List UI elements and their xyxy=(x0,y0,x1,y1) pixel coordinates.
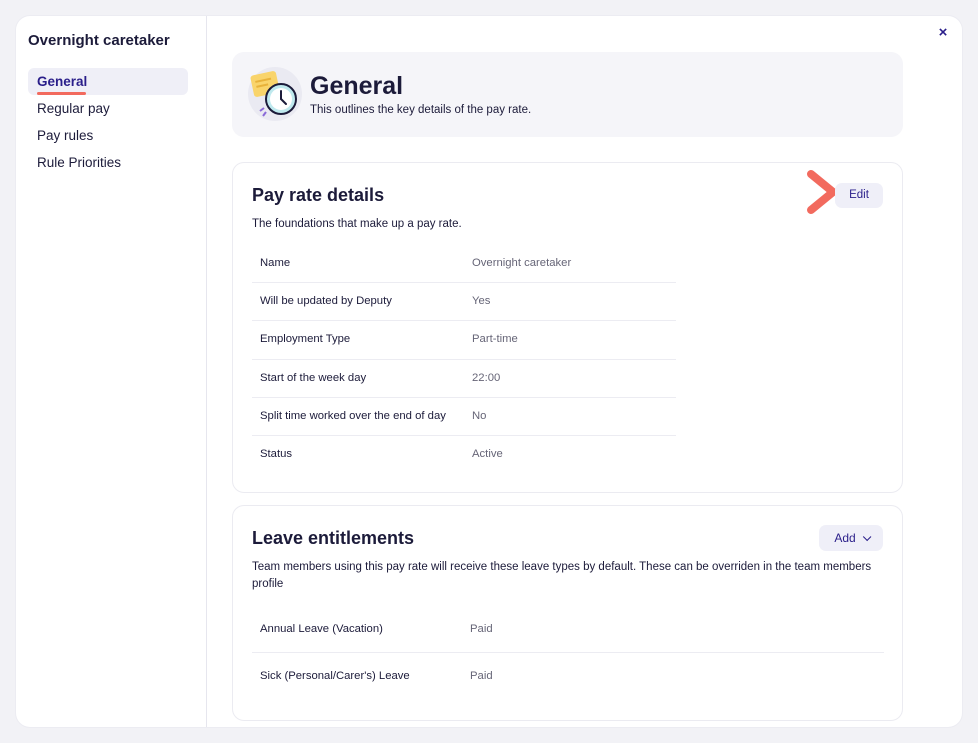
row-key: Name xyxy=(260,257,291,269)
row-value: Active xyxy=(472,447,503,460)
sidebar-item-label: Rule Priorities xyxy=(37,155,122,170)
row-key: Annual Leave (Vacation) xyxy=(260,623,383,635)
page-subtitle: This outlines the key details of the pay… xyxy=(310,104,532,116)
row-value: No xyxy=(472,409,487,422)
table-row: Split time worked over the end of day No xyxy=(252,398,676,436)
section-title: Leave entitlements xyxy=(252,528,415,548)
leave-entitlements-card: Leave entitlements Team members using th… xyxy=(232,505,903,721)
row-key: Split time worked over the end of day xyxy=(260,409,446,422)
row-value: Paid xyxy=(470,670,493,682)
pay-rate-details-card: Pay rate details The foundations that ma… xyxy=(232,162,903,493)
row-key: Status xyxy=(260,447,293,460)
table-row: Name Overnight caretaker xyxy=(252,245,676,284)
details-table: Name Overnight caretaker Will be updated… xyxy=(252,245,676,474)
row-key: Will be updated by Deputy xyxy=(260,295,392,308)
row-key: Start of the week day xyxy=(260,371,367,384)
table-row: Will be updated by Deputy Yes xyxy=(252,283,676,322)
edit-button[interactable]: Edit xyxy=(835,183,883,208)
sidebar-item-pay-rules[interactable]: Pay rules xyxy=(28,122,188,149)
table-row: Employment Type Part-time xyxy=(252,321,676,360)
modal-window: Overnight caretaker General Regular pay … xyxy=(16,16,962,727)
page-title: General xyxy=(310,72,404,100)
sidebar-item-label: Regular pay xyxy=(37,101,110,116)
row-value: Yes xyxy=(472,295,491,308)
section-description: The foundations that make up a pay rate. xyxy=(252,218,462,230)
sidebar-item-label: Pay rules xyxy=(37,128,94,143)
sidebar: Overnight caretaker General Regular pay … xyxy=(16,16,207,727)
table-row: Sick (Personal/Carer's) Leave Paid xyxy=(252,653,884,700)
row-key: Sick (Personal/Carer's) Leave xyxy=(260,670,410,682)
table-row: Annual Leave (Vacation) Paid xyxy=(252,606,884,653)
section-title: Pay rate details xyxy=(252,185,385,205)
leave-table: Annual Leave (Vacation) Paid Sick (Perso… xyxy=(252,606,884,700)
pay-rate-clock-icon xyxy=(248,67,302,121)
add-button[interactable]: Add xyxy=(819,525,883,551)
add-label: Add xyxy=(834,531,856,545)
row-value: Part-time xyxy=(472,333,518,346)
sidebar-title: Overnight caretaker xyxy=(28,32,170,49)
row-value: 22:00 xyxy=(472,371,501,384)
row-value: Overnight caretaker xyxy=(472,257,572,269)
sidebar-nav: General Regular pay Pay rules Rule Prior… xyxy=(28,68,188,176)
main-content: General This outlines the key details of… xyxy=(207,16,962,727)
sidebar-item-general[interactable]: General xyxy=(28,68,188,95)
section-description: Team members using this pay rate will re… xyxy=(252,561,872,590)
sidebar-item-regular-pay[interactable]: Regular pay xyxy=(28,95,188,122)
sidebar-item-label: General xyxy=(37,74,88,89)
table-row: Status Active xyxy=(252,436,676,474)
sidebar-item-rule-priorities[interactable]: Rule Priorities xyxy=(28,149,188,176)
table-row: Start of the week day 22:00 xyxy=(252,360,676,398)
page-header: General This outlines the key details of… xyxy=(232,52,903,137)
row-value: Paid xyxy=(470,623,493,635)
chevron-down-icon xyxy=(862,532,872,542)
row-key: Employment Type xyxy=(260,333,351,346)
